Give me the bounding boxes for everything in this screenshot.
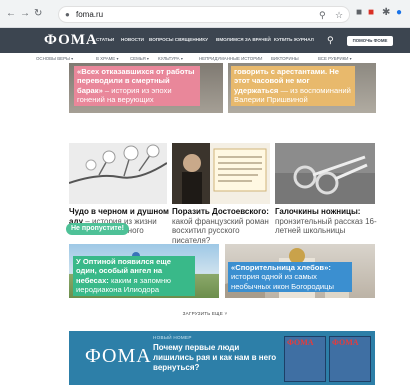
- nav-news[interactable]: новости: [121, 37, 144, 42]
- nav-articles[interactable]: статьи: [96, 37, 114, 42]
- article-image-scissors[interactable]: [275, 143, 375, 204]
- new-issue-banner[interactable]: ФОМА Новый номер Почему первые люди лиши…: [69, 331, 375, 385]
- search-icon[interactable]: ⚲: [327, 35, 334, 46]
- site-header: ФОМА статьи новости вопросы священнику в…: [0, 28, 410, 53]
- category-bar: Основы веры ▾ В храме ▾ Семья ▾ Культура…: [0, 53, 410, 63]
- article-image-dostoevsky[interactable]: [172, 143, 270, 204]
- chevron-down-icon: ▾: [180, 56, 183, 61]
- article-caption-dostoevsky[interactable]: Поразить Достоевского: какой французский…: [172, 207, 276, 245]
- lock-icon: ●: [65, 10, 70, 19]
- extension-badge-icon[interactable]: ■: [368, 7, 374, 19]
- category-quizzes[interactable]: Викторины: [271, 56, 299, 61]
- extension-icon[interactable]: ■: [356, 7, 362, 19]
- article-image-flowers[interactable]: [69, 143, 167, 204]
- branch-illustration: [69, 143, 167, 204]
- url-text[interactable]: foma.ru: [76, 10, 103, 19]
- article-headline-icon[interactable]: «Спорительница хлебов»: история одной из…: [228, 262, 352, 293]
- load-more-button[interactable]: Загрузить еще ˅: [0, 311, 410, 316]
- article-headline-camp[interactable]: «Всех отказавшихся от работы переводили …: [74, 66, 200, 106]
- dont-miss-badge[interactable]: Не пропустите!: [66, 223, 129, 235]
- address-bar[interactable]: ● foma.ru ⚲ ☆: [58, 6, 350, 23]
- profile-icon[interactable]: ●: [396, 7, 402, 19]
- magazine-cover-2: ФОМА: [329, 336, 371, 382]
- banner-label: Новый номер: [153, 335, 192, 340]
- forward-icon[interactable]: →: [20, 8, 30, 20]
- article-headline-optina[interactable]: У Оптиной появился еще один, особый анге…: [73, 256, 195, 296]
- browser-toolbar: ← → ↻ ● foma.ru ⚲ ☆ ■ ■ ✱ ●: [0, 0, 410, 28]
- chevron-down-icon: ▾: [71, 56, 74, 61]
- category-stories[interactable]: Непридуманные истории: [199, 56, 262, 61]
- article-caption-scissors[interactable]: Галочкины ножницы: пронзительный рассказ…: [275, 207, 379, 236]
- nav-buy-magazine[interactable]: купить журнал: [274, 37, 314, 42]
- article-headline-prishvina[interactable]: говорить с арестантами. Не этот часовой …: [231, 66, 355, 106]
- dostoevsky-portrait: [172, 143, 270, 204]
- chevron-down-icon: ˅: [224, 311, 228, 316]
- chevron-down-icon: ▾: [146, 56, 149, 61]
- category-family[interactable]: Семья ▾: [130, 56, 149, 61]
- chevron-down-icon: ▾: [116, 56, 119, 61]
- category-faith[interactable]: Основы веры ▾: [36, 56, 73, 61]
- category-church[interactable]: В храме ▾: [96, 56, 118, 61]
- puzzle-icon[interactable]: ✱: [382, 7, 390, 19]
- scissors-photo: [275, 143, 375, 204]
- banner-logo: ФОМА: [85, 345, 152, 367]
- chevron-down-icon: ▾: [349, 56, 352, 61]
- site-logo[interactable]: ФОМА: [44, 32, 98, 49]
- back-icon[interactable]: ←: [6, 8, 16, 20]
- nav-pray-doctors[interactable]: вмолимся за врачей: [216, 37, 271, 42]
- zoom-icon[interactable]: ⚲: [319, 10, 326, 21]
- banner-text: Почему первые люди лишились рая и как на…: [153, 343, 277, 372]
- star-icon[interactable]: ☆: [335, 10, 343, 21]
- magazine-cover-1: ФОМА: [284, 336, 326, 382]
- reload-icon[interactable]: ↻: [34, 8, 42, 20]
- category-all[interactable]: Все рубрики ▾: [318, 56, 352, 61]
- help-foma-button[interactable]: Помочь Фоме: [347, 36, 393, 46]
- nav-ask-priest[interactable]: вопросы священнику: [149, 37, 208, 42]
- category-culture[interactable]: Культура ▾: [158, 56, 183, 61]
